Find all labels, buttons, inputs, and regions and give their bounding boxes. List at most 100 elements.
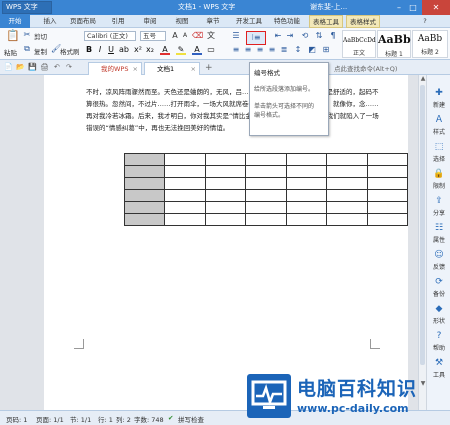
sidebar-item-restrict[interactable]: 🔒 限制 [427,168,450,190]
table-cell[interactable] [285,153,328,166]
decrease-indent-icon[interactable]: ⇤ [273,31,283,41]
tab-insert[interactable]: 插入 [40,15,60,28]
cut-button[interactable]: 剪切 [34,31,47,41]
strikethrough-icon[interactable]: ab [119,45,129,55]
clear-format-icon[interactable]: ⌫ [192,31,203,41]
undo-icon[interactable]: ↶ [54,63,60,71]
bold-icon[interactable]: B [84,45,94,55]
table-cell[interactable] [123,177,166,190]
italic-icon[interactable]: I [95,45,105,55]
table-cell[interactable] [366,177,409,190]
grow-font-icon[interactable]: A [170,31,180,41]
font-size-select[interactable]: 五号 [140,31,166,41]
char-shading-icon[interactable]: A [192,45,202,55]
new-tab-icon[interactable]: + [205,63,213,73]
status-spellcheck[interactable]: 拼写检查 [178,414,204,424]
sidebar-item-shape[interactable]: ◆ 形状 [427,303,450,325]
style-heading-1[interactable]: AaBb 标题 1 [377,30,411,58]
table-cell[interactable] [285,189,328,202]
table-cell[interactable] [245,189,287,202]
close-tab-icon[interactable]: × [133,63,138,75]
document-paragraph[interactable]: 不时，凉风阵雨骤然而至。天色还是蛐朗的，无风，吕……鸟语花香的校园里，还算是舒适… [86,86,382,134]
align-left-icon[interactable]: ≡ [231,45,241,55]
table-cell[interactable] [123,189,166,202]
shrink-font-icon[interactable]: A [180,31,190,41]
table-cell[interactable] [366,213,409,226]
table-cell[interactable] [326,201,368,214]
copy-button[interactable]: 复制 [34,46,47,56]
vertical-scrollbar[interactable]: ▲ ▼ [418,75,426,410]
table-cell[interactable] [245,153,287,166]
table-cell[interactable] [164,189,206,202]
table-cell[interactable] [164,177,206,190]
sidebar-item-new[interactable]: ✚ 新建 [427,87,450,109]
app-menu-button[interactable]: WPS 文字 [2,1,52,14]
phonetic-icon[interactable]: 文 [206,31,216,41]
document-page[interactable]: 不时，凉风阵雨骤然而至。天色还是蛐朗的，无风，吕……鸟语花香的校园里，还算是舒适… [44,75,409,410]
scroll-thumb[interactable] [420,85,425,365]
print-icon[interactable]: 🖨 [40,63,49,71]
tab-table-style[interactable]: 表格样式 [346,15,380,28]
document-table[interactable] [123,153,409,226]
sidebar-item-select[interactable]: ⬚ 选择 [427,141,450,163]
numbering-button[interactable]: ⁝≡ [246,31,266,45]
paste-icon[interactable]: 📋 [6,30,20,45]
table-cell[interactable] [366,165,409,178]
tab-document1[interactable]: 文档1 × [144,62,200,75]
tab-review[interactable]: 审阅 [140,15,160,28]
table-cell[interactable] [204,177,247,190]
sidebar-item-property[interactable]: ☷ 属性 [427,222,450,244]
copy-icon[interactable]: ⧉ [22,44,32,54]
status-word-count[interactable]: 字数: 748 [134,414,164,424]
user-account[interactable]: 谢东斐-上... [310,2,347,12]
table-cell[interactable] [245,177,287,190]
table-cell[interactable] [366,189,409,202]
table-cell[interactable] [245,201,287,214]
highlight-icon[interactable]: ✎ [176,45,186,55]
style-normal[interactable]: AaBbCcDd 正文 [342,30,376,58]
tab-my-wps[interactable]: 我的WPS × [88,62,142,75]
table-cell[interactable] [123,165,166,178]
tab-view[interactable]: 视图 [172,15,192,28]
char-border-icon[interactable]: ▭ [206,45,216,55]
table-cell[interactable] [204,189,247,202]
redo-icon[interactable]: ↷ [66,63,72,71]
tab-start[interactable]: 开始 [0,15,30,28]
tab-page-layout[interactable]: 页面布局 [66,15,100,28]
sidebar-item-backup[interactable]: ⟳ 备份 [427,276,450,298]
table-cell[interactable] [204,165,247,178]
maximize-icon[interactable]: □ [406,0,420,15]
open-icon[interactable]: 📂 [16,63,25,71]
help-button[interactable]: ? [420,15,430,28]
table-cell[interactable] [164,153,206,166]
table-cell[interactable] [285,165,328,178]
table-cell[interactable] [326,213,368,226]
tab-section[interactable]: 章节 [203,15,223,28]
subscript-icon[interactable]: x₂ [145,45,155,55]
bullets-icon[interactable]: ☰ [231,31,241,41]
table-cell[interactable] [366,153,409,166]
align-right-icon[interactable]: ≡ [255,45,265,55]
font-name-select[interactable]: Calibri (正文) [84,31,136,41]
paste-label[interactable]: 粘贴 [4,47,17,57]
sidebar-item-help[interactable]: ? 帮助 [427,330,450,352]
show-marks-icon[interactable]: ¶ [328,31,338,41]
table-cell[interactable] [204,213,247,226]
font-color-icon[interactable]: A [160,45,170,55]
table-cell[interactable] [326,177,368,190]
table-cell[interactable] [123,153,166,166]
table-cell[interactable] [164,201,206,214]
format-painter-button[interactable]: 格式刷 [60,46,80,56]
tab-table-tools[interactable]: 表格工具 [309,15,343,28]
command-search[interactable]: 点此查找命令(Alt+Q) [334,63,397,73]
tab-references[interactable]: 引用 [108,15,128,28]
shading-icon[interactable]: ◩ [307,45,317,55]
close-icon[interactable]: ✕ [422,0,450,15]
table-cell[interactable] [245,165,287,178]
spellcheck-icon[interactable]: ✔ [168,414,173,422]
cut-icon[interactable]: ✂ [22,30,32,40]
sidebar-item-feedback[interactable]: ☺ 反馈 [427,249,450,271]
border-icon[interactable]: ⊞ [321,45,331,55]
tab-developer[interactable]: 开发工具 [232,15,266,28]
increase-indent-icon[interactable]: ⇥ [285,31,295,41]
